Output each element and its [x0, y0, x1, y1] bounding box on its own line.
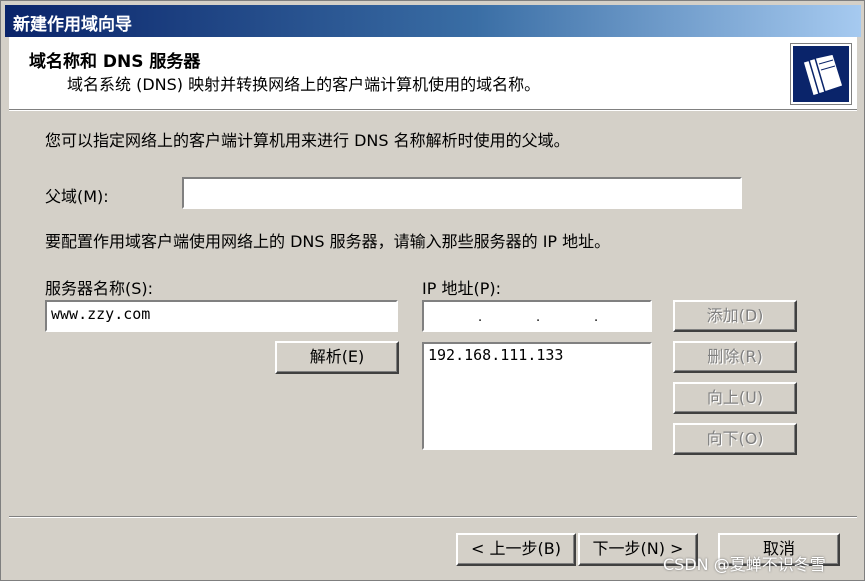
move-up-button[interactable]: 向上(U) — [673, 382, 797, 414]
header-title: 域名称和 DNS 服务器 — [29, 52, 201, 72]
wizard-window: 新建作用域向导 域名称和 DNS 服务器 域名系统 (DNS) 映射并转换网络上… — [0, 0, 865, 581]
ip-octet-separator: . — [594, 310, 599, 325]
server-name-input[interactable]: www.zzy.com — [45, 300, 398, 332]
ip-address-list[interactable]: 192.168.111.133 — [422, 342, 652, 450]
header-subtitle: 域名系统 (DNS) 映射并转换网络上的客户端计算机使用的域名称。 — [67, 75, 541, 94]
parent-domain-label: 父域(M): — [45, 187, 109, 206]
remove-button[interactable]: 删除(R) — [673, 341, 797, 373]
parent-domain-intro: 您可以指定网络上的客户端计算机用来进行 DNS 名称解析时使用的父域。 — [45, 131, 570, 150]
ip-octet-separator: . — [478, 310, 483, 325]
footer-divider-highlight — [9, 517, 857, 518]
back-button[interactable]: < 上一步(B) — [456, 533, 576, 566]
ip-address-label: IP 地址(P): — [422, 279, 501, 298]
ip-address-input[interactable]: . . . — [422, 300, 652, 332]
resolve-button[interactable]: 解析(E) — [275, 341, 399, 374]
wizard-header: 域名称和 DNS 服务器 域名系统 (DNS) 映射并转换网络上的客户端计算机使… — [9, 37, 857, 109]
header-divider-highlight — [9, 110, 857, 111]
folders-icon — [790, 43, 852, 105]
move-down-button[interactable]: 向下(O) — [673, 423, 797, 455]
server-name-label: 服务器名称(S): — [45, 279, 154, 298]
dns-servers-intro: 要配置作用域客户端使用网络上的 DNS 服务器，请输入那些服务器的 IP 地址。 — [45, 232, 611, 251]
watermark: CSDN @夏蝉不识冬雪 — [663, 555, 826, 574]
parent-domain-input[interactable] — [182, 177, 742, 209]
ip-octet-separator: . — [536, 310, 541, 325]
add-button[interactable]: 添加(D) — [673, 300, 797, 332]
title-bar[interactable]: 新建作用域向导 — [5, 5, 861, 37]
window-title: 新建作用域向导 — [13, 15, 132, 35]
list-item[interactable]: 192.168.111.133 — [428, 346, 646, 364]
